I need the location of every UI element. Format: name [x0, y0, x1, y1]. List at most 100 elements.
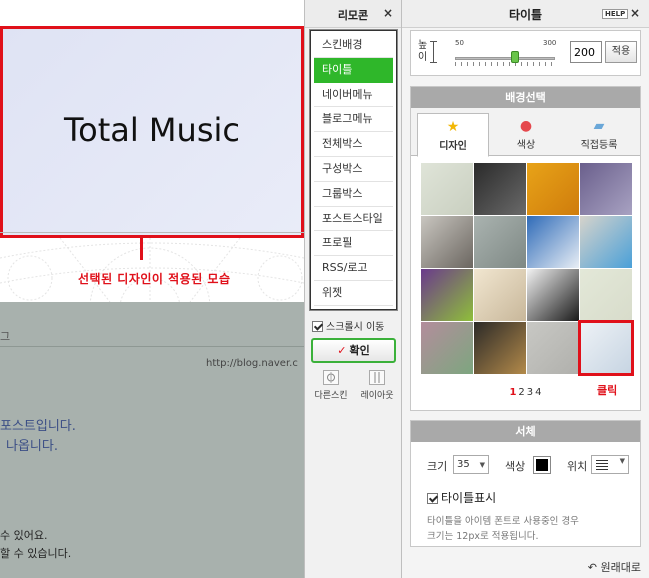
other-skin-button[interactable]: 다른스킨	[309, 368, 353, 401]
design-thumbnail-orange-bubbles[interactable]	[527, 163, 579, 215]
tab-1[interactable]: ● 색상	[490, 113, 562, 156]
remote-header: 리모콘 ×	[305, 0, 401, 28]
checkbox-checked-icon[interactable]	[312, 321, 323, 332]
tab-label: 직접등록	[580, 140, 618, 151]
design-thumbnail-balloon[interactable]	[421, 163, 473, 215]
design-thumbnail-gray-texture[interactable]	[527, 322, 579, 374]
size-label: 크기	[427, 460, 448, 473]
background-select-section: 배경선택 ★ 디자인 ● 색상 ▰ 직접등록 1234	[410, 86, 641, 457]
position-label: 위치	[567, 460, 588, 473]
color-wheel-icon: ●	[519, 118, 533, 134]
page-link[interactable]: 4	[535, 387, 541, 398]
page-link[interactable]: 1	[509, 387, 516, 398]
click-annotation: 클릭	[597, 384, 618, 397]
font-size-value: 35	[457, 459, 470, 470]
remote-menu-item[interactable]: RSS/로고	[314, 256, 393, 281]
remote-menu-item[interactable]: 스킨배경	[314, 33, 393, 58]
height-slider-track[interactable]	[455, 57, 555, 60]
design-thumbnail-photo-frame[interactable]	[580, 216, 632, 268]
tab-2[interactable]: ▰ 직접등록	[563, 113, 635, 156]
skin-icon	[323, 370, 339, 385]
tool-label: 레이아웃	[360, 391, 394, 401]
slider-min-label: 50	[455, 39, 464, 47]
section-title: 배경선택	[411, 87, 640, 108]
design-thumbnail-old-car[interactable]	[421, 216, 473, 268]
section-title: 서체	[411, 421, 640, 442]
height-input[interactable]	[570, 41, 602, 63]
design-thumbnail-stationery[interactable]	[578, 320, 634, 376]
panel-header: 타이틀 HELP ×	[402, 0, 649, 28]
checkbox-checked-icon[interactable]	[427, 493, 438, 504]
layout-button[interactable]: 레이아웃	[355, 368, 399, 401]
scroll-move-label: 스크롤시 이동	[326, 322, 385, 333]
remote-control-panel: 리모콘 × 스킨배경 타이틀 네이버메뉴 블로그메뉴 전체박스 구성박스 그룹박스 포스트스타…	[304, 0, 402, 578]
check-icon: ✓	[337, 344, 347, 357]
blog-url-text: http://blog.naver.c	[206, 358, 298, 369]
scroll-move-option[interactable]: 스크롤시 이동	[312, 318, 384, 333]
slider-ticks	[455, 62, 555, 66]
design-thumbnail-santorini[interactable]	[527, 216, 579, 268]
remote-menu-item[interactable]: 프로필	[314, 231, 393, 257]
close-icon[interactable]: ×	[630, 6, 640, 20]
font-size-select[interactable]: 35 ▼	[453, 455, 489, 474]
close-icon[interactable]: ×	[383, 6, 393, 20]
title-divider	[0, 232, 304, 233]
color-swatch-fill	[536, 459, 548, 471]
remote-menu-item[interactable]: 포스트스타일	[314, 207, 393, 232]
post-text-line: 나옵니다.	[6, 439, 58, 454]
font-section: 서체 크기 35 ▼ 색상 위치 ▼ 타이틀표시 타이틀을 아이템 폰트로 사용…	[410, 420, 641, 547]
remote-menu-list: 스킨배경 타이틀 네이버메뉴 블로그메뉴 전체박스 구성박스 그룹박스 포스트스타일 프로필 RS…	[310, 30, 397, 310]
folder-upload-icon: ▰	[593, 118, 605, 134]
confirm-button[interactable]: ✓ 확인	[311, 338, 396, 363]
text-color-picker[interactable]	[533, 456, 551, 474]
design-thumbnail-dot-map[interactable]	[474, 163, 526, 215]
help-button[interactable]: HELP	[602, 9, 629, 19]
text-align-select[interactable]: ▼	[591, 455, 629, 474]
remote-menu-item[interactable]: 구성박스	[314, 157, 393, 182]
page-link[interactable]: 2	[518, 387, 524, 398]
star-icon: ★	[446, 119, 460, 135]
design-thumbnail-night-tower[interactable]	[580, 163, 632, 215]
title-preview-box[interactable]: Total Music	[0, 26, 304, 238]
confirm-label: 확인	[349, 344, 370, 357]
height-label: 높이	[418, 40, 428, 63]
body-divider	[0, 346, 304, 347]
remote-menu-item[interactable]: 그룹박스	[314, 182, 393, 207]
remote-menu-item[interactable]: 위젯	[314, 281, 393, 306]
design-thumbnail-blur-color[interactable]	[421, 322, 473, 374]
remote-menu-item[interactable]: 블로그메뉴	[314, 107, 393, 133]
design-thumbnail-candles[interactable]	[474, 322, 526, 374]
remote-menu-item[interactable]: 네이버메뉴	[314, 83, 393, 108]
font-options-row: 크기 35 ▼ 색상 위치 ▼	[427, 455, 637, 475]
design-thumbnail-barcode[interactable]	[527, 269, 579, 321]
blog-preview: Total Music 선택된 디자인이 적용된 모습 그 http://blo…	[0, 0, 304, 578]
body-text-line: 수 있어요.	[0, 529, 48, 542]
tab-0[interactable]: ★ 디자인	[417, 113, 489, 157]
tab-label: 디자인	[439, 141, 467, 152]
font-note: 타이틀을 아이템 폰트로 사용중인 경우	[427, 516, 579, 527]
slider-max-label: 300	[543, 39, 557, 47]
design-thumbnail-cartoon-boy[interactable]	[474, 269, 526, 321]
reset-button[interactable]: ↶ 원래대로	[588, 559, 641, 575]
design-thumbnail-sky-clouds[interactable]	[474, 216, 526, 268]
page-link[interactable]: 3	[527, 387, 533, 398]
reset-label: 원래대로	[600, 561, 641, 574]
remote-tools: 다른스킨 레이아웃	[309, 368, 399, 408]
height-arrow-icon	[430, 41, 437, 63]
show-title-option[interactable]: 타이틀표시	[427, 489, 496, 506]
chevron-down-icon: ▼	[479, 461, 485, 469]
tool-label: 다른스킨	[314, 391, 348, 401]
align-left-icon	[596, 460, 608, 470]
chevron-down-icon: ▼	[619, 457, 625, 465]
apply-button[interactable]: 적용	[605, 41, 637, 63]
annotation-caption: 선택된 디자인이 적용된 모습	[78, 272, 231, 286]
height-slider-handle[interactable]	[511, 51, 519, 63]
height-control: 높이 50 300 적용	[410, 30, 641, 76]
color-label: 색상	[505, 460, 526, 473]
remote-menu-item[interactable]: 전체박스	[314, 132, 393, 157]
caption-connector	[140, 238, 143, 260]
design-thumbnail-purple-leaves[interactable]	[421, 269, 473, 321]
remote-menu-item[interactable]: 타이틀	[314, 57, 393, 83]
design-thumbnail-pastel[interactable]	[580, 269, 632, 321]
body-text-line: 할 수 있습니다.	[0, 547, 72, 560]
